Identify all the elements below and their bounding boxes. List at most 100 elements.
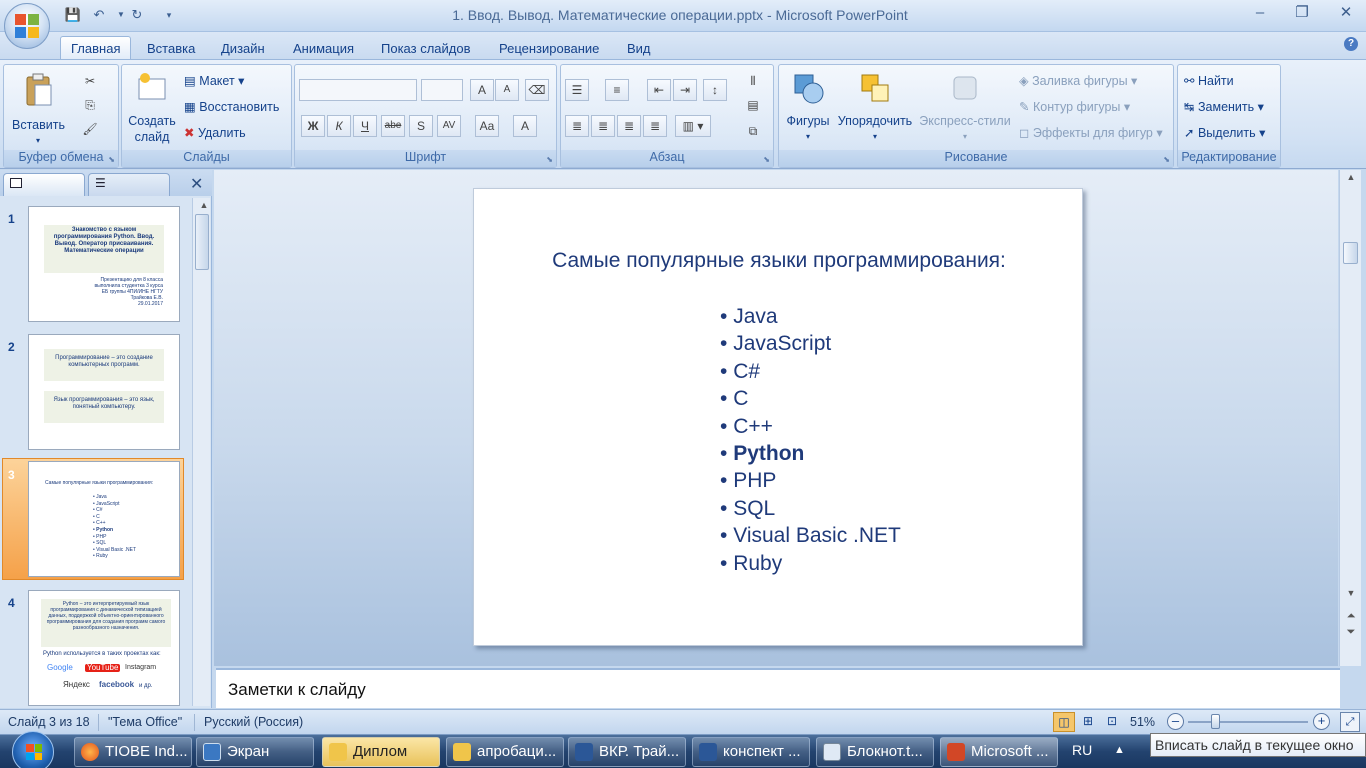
smartart-icon[interactable]: ⧉ (741, 121, 765, 143)
slide-bullet-item[interactable]: Java (720, 303, 901, 330)
minimize-button[interactable]: – (1247, 2, 1273, 24)
slide-thumbnail-3[interactable]: Самые популярные языки программирования:… (28, 461, 180, 577)
new-slide-button[interactable]: Создать слайд (124, 71, 180, 145)
shrink-font-icon[interactable]: A (495, 79, 519, 101)
slideshow-view-icon[interactable]: ⊡ (1101, 712, 1123, 732)
tab-insert[interactable]: Вставка (137, 38, 205, 60)
text-direction-icon[interactable]: ⫴ (741, 71, 765, 93)
shape-effects-button[interactable]: ◻ Эффекты для фигур ▾ (1019, 123, 1163, 143)
current-slide[interactable]: Самые популярные языки программирования:… (473, 188, 1083, 646)
keyboard-language[interactable]: RU (1072, 742, 1092, 758)
tab-animation[interactable]: Анимация (283, 38, 364, 60)
shape-outline-button[interactable]: ✎ Контур фигуры ▾ (1019, 97, 1130, 117)
select-button[interactable]: ➚ Выделить ▾ (1184, 123, 1265, 143)
spacing-icon[interactable]: AV (437, 115, 461, 137)
italic-icon[interactable]: К (327, 115, 351, 137)
align-center-icon[interactable]: ≣ (591, 115, 615, 137)
tab-slideshow[interactable]: Показ слайдов (371, 38, 481, 60)
line-spacing-icon[interactable]: ↕ (703, 79, 727, 101)
bold-icon[interactable]: Ж (301, 115, 325, 137)
clipboard-launcher-icon[interactable]: ⬊ (108, 155, 115, 164)
taskbar-item-powerpoint[interactable]: Microsoft ... (940, 737, 1058, 767)
paste-button[interactable]: Вставить ▾ (12, 71, 65, 149)
start-button[interactable] (12, 731, 54, 768)
paragraph-launcher-icon[interactable]: ⬊ (763, 155, 770, 164)
scroll-thumb[interactable] (195, 214, 209, 270)
quick-styles-button[interactable]: Экспресс-стили ▾ (917, 71, 1013, 145)
align-left-icon[interactable]: ≣ (565, 115, 589, 137)
align-right-icon[interactable]: ≣ (617, 115, 641, 137)
strikethrough-icon[interactable]: abe (381, 115, 405, 137)
shapes-button[interactable]: Фигуры ▾ (783, 71, 833, 145)
zoom-slider-thumb[interactable] (1211, 714, 1221, 729)
slide-scrollbar[interactable]: ▲ ▼ ⏶ ⏷ (1339, 170, 1361, 666)
shape-fill-button[interactable]: ◈ Заливка фигуры ▾ (1019, 71, 1137, 91)
grow-font-icon[interactable]: A (470, 79, 494, 101)
slide-bullet-item[interactable]: JavaScript (720, 330, 901, 357)
zoom-level[interactable]: 51% (1130, 715, 1155, 729)
copy-icon[interactable]: ⎘ (78, 95, 102, 117)
undo-icon[interactable]: ↶ (90, 6, 108, 24)
customize-qat-icon[interactable]: ▾ (160, 6, 178, 24)
slide-thumbnail-4[interactable]: Python – это интерпретируемый язык прогр… (28, 590, 180, 706)
underline-icon[interactable]: Ч (353, 115, 377, 137)
format-painter-icon[interactable]: 🖌 (78, 119, 102, 141)
tab-view[interactable]: Вид (617, 38, 661, 60)
close-button[interactable]: ✕ (1333, 2, 1359, 24)
save-icon[interactable]: 💾 (64, 6, 82, 24)
taskbar-item-konspekt[interactable]: конспект ... (692, 737, 810, 767)
sorter-view-icon[interactable]: ⊞ (1077, 712, 1099, 732)
slides-tab[interactable] (3, 173, 85, 196)
font-name-combo[interactable] (299, 79, 417, 101)
normal-view-icon[interactable]: ◫ (1053, 712, 1075, 732)
slide-bullet-item[interactable]: C++ (720, 413, 901, 440)
office-button[interactable] (4, 3, 50, 49)
slide-bullet-item[interactable]: PHP (720, 467, 901, 494)
scroll-thumb[interactable] (1343, 242, 1358, 264)
slide-bullet-item[interactable]: C (720, 385, 901, 412)
tray-expand-icon[interactable]: ▲ (1114, 744, 1125, 756)
slide-bullet-item[interactable]: SQL (720, 495, 901, 522)
justify-icon[interactable]: ≣ (643, 115, 667, 137)
slide-bullet-item[interactable]: C# (720, 358, 901, 385)
slide-bullet-list[interactable]: JavaJavaScriptC#CC++PythonPHPSQLVisual B… (720, 303, 901, 577)
change-case-icon[interactable]: Aa (475, 115, 499, 137)
maximize-button[interactable]: ❐ (1289, 2, 1315, 24)
clear-format-icon[interactable]: ⌫ (525, 79, 549, 101)
notes-placeholder[interactable]: Заметки к слайду (228, 680, 366, 700)
reset-button[interactable]: ▦ Восстановить (184, 97, 279, 117)
slide-bullet-item[interactable]: Python (720, 440, 901, 467)
columns-icon[interactable]: ▥ ▾ (675, 115, 711, 137)
slides-pane-scrollbar[interactable]: ▲ (192, 198, 210, 706)
slide-bullet-item[interactable]: Ruby (720, 550, 901, 577)
find-button[interactable]: ⚯ Найти (1184, 71, 1234, 91)
arrange-button[interactable]: Упорядочить ▾ (835, 71, 915, 145)
zoom-in-icon[interactable]: + (1313, 713, 1330, 730)
help-icon[interactable]: ? (1344, 37, 1358, 51)
taskbar-item-screen[interactable]: Экран (196, 737, 314, 767)
delete-slide-button[interactable]: ✖ Удалить (184, 123, 246, 143)
slide-thumbnail-1[interactable]: Знакомство с языком программирования Pyt… (28, 206, 180, 322)
font-color-icon[interactable]: A (513, 115, 537, 137)
zoom-out-icon[interactable]: – (1167, 713, 1184, 730)
font-launcher-icon[interactable]: ⬊ (546, 155, 553, 164)
align-text-icon[interactable]: ▤ (741, 95, 765, 117)
slide-title[interactable]: Самые популярные языки программирования: (474, 249, 1084, 273)
cut-icon[interactable]: ✂ (78, 71, 102, 93)
taskbar-item-firefox[interactable]: TIOBE Ind... (74, 737, 192, 767)
notes-pane[interactable]: Заметки к слайду (216, 668, 1340, 708)
taskbar-item-aprobation[interactable]: апробаци... (446, 737, 564, 767)
increase-indent-icon[interactable]: ⇥ (673, 79, 697, 101)
slide-thumbnail-2[interactable]: Программирование – это создание компьюте… (28, 334, 180, 450)
font-size-combo[interactable] (421, 79, 463, 101)
language-indicator[interactable]: Русский (Россия) (204, 715, 303, 729)
redo-icon[interactable]: ↻ (128, 6, 146, 24)
replace-button[interactable]: ↹ Заменить ▾ (1184, 97, 1264, 117)
fit-slide-icon[interactable]: ⤢ (1340, 712, 1360, 732)
taskbar-item-diplom[interactable]: Диплом (322, 737, 440, 767)
tab-home[interactable]: Главная (60, 36, 132, 61)
shadow-icon[interactable]: S (409, 115, 433, 137)
close-pane-icon[interactable]: ✕ (190, 174, 203, 194)
numbering-icon[interactable]: ≡ (605, 79, 629, 101)
outline-tab[interactable]: ☰ (88, 173, 170, 196)
